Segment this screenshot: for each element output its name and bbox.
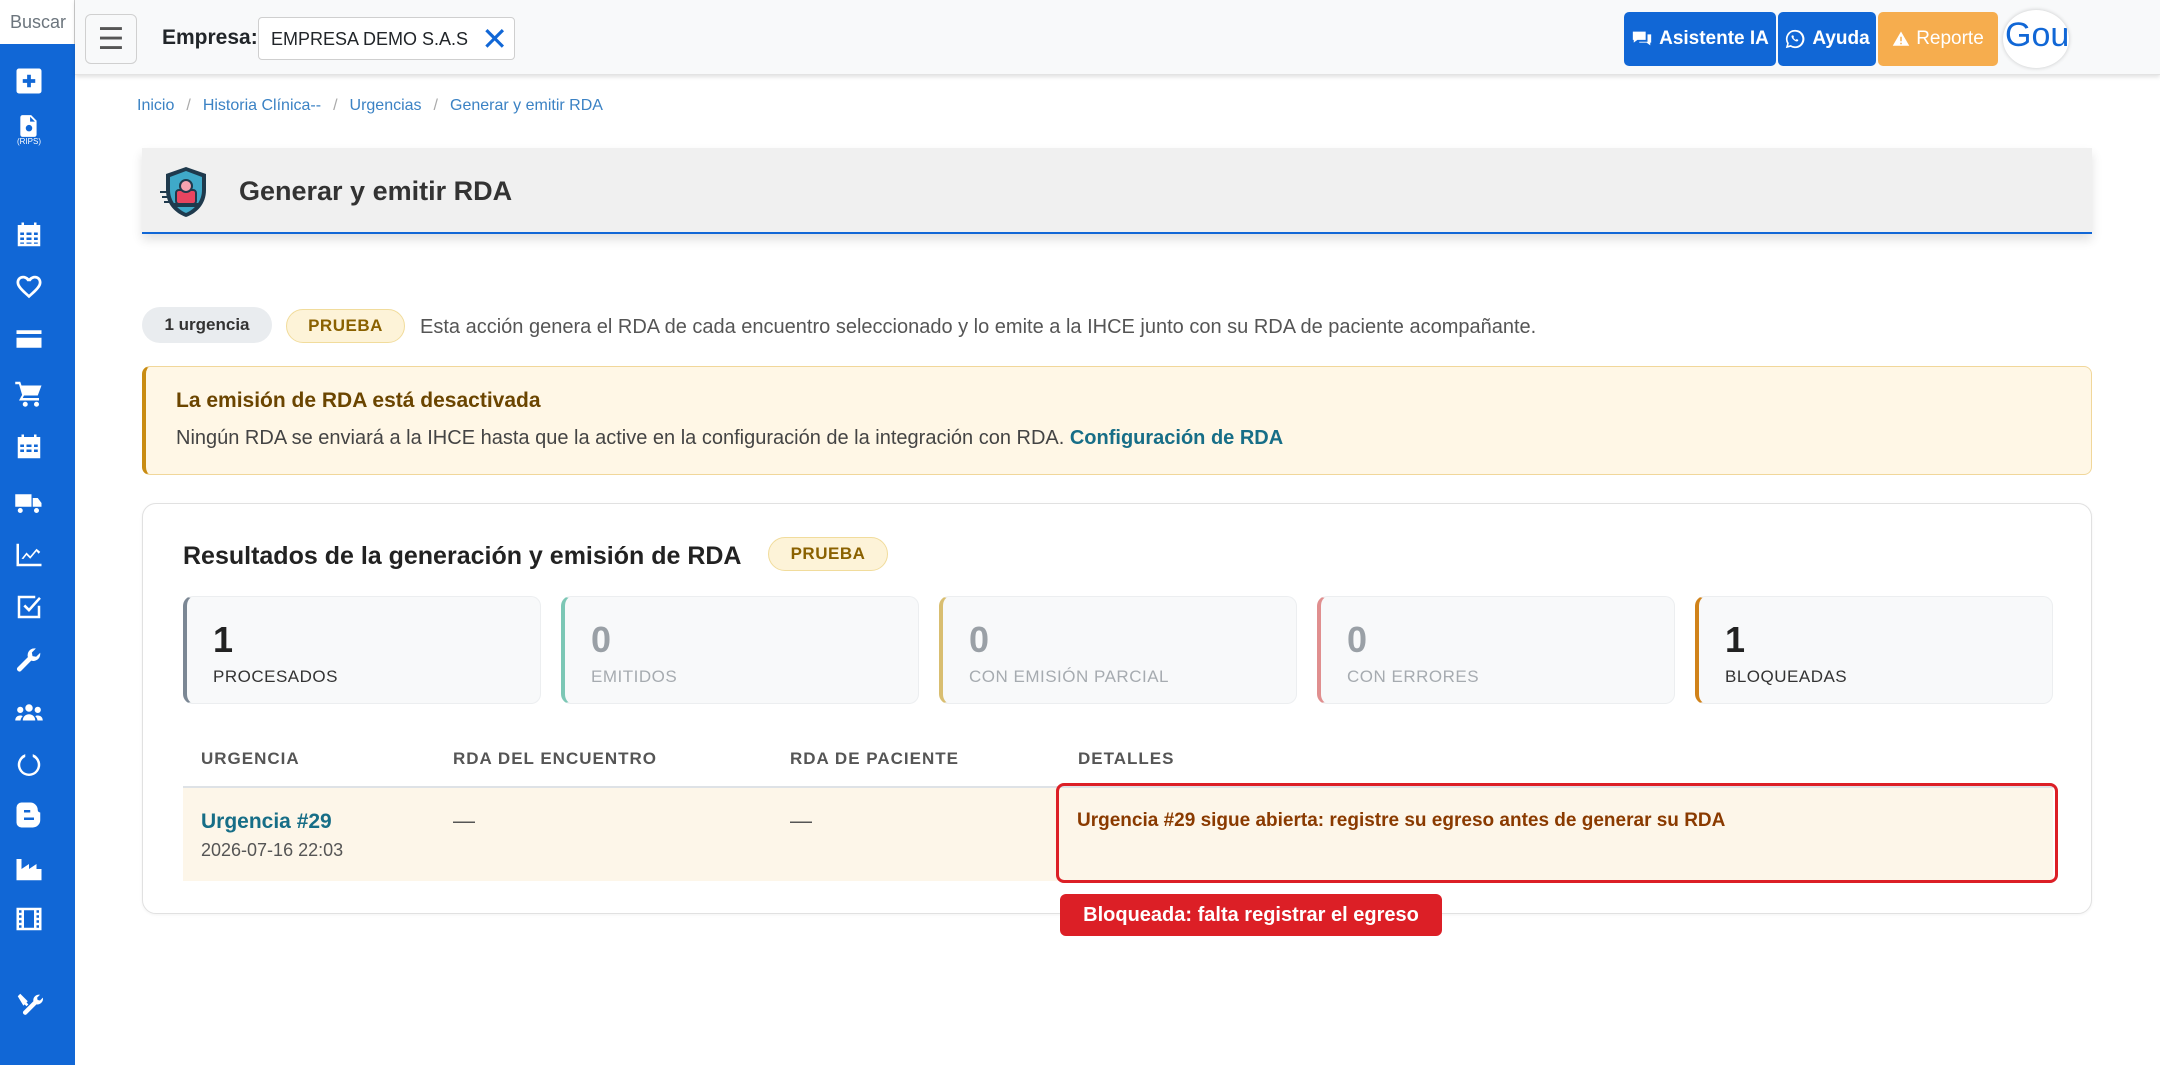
stat-emitidos: 0 EMITIDOS <box>561 596 919 704</box>
page-title: Generar y emitir RDA <box>239 176 513 206</box>
breadcrumb-urgencias[interactable]: Urgencias <box>350 97 422 115</box>
stat-value: 0 <box>1347 619 1368 660</box>
plus-square-icon[interactable] <box>12 64 46 98</box>
alert-title: La emisión de RDA está desactivada <box>176 389 541 412</box>
tools-icon[interactable] <box>12 988 46 1022</box>
comments-icon <box>1632 31 1652 46</box>
sidebar-search-input[interactable]: Buscar <box>0 0 75 44</box>
empresa-label: Empresa: <box>162 26 258 49</box>
blogger-icon[interactable] <box>12 798 46 832</box>
user-avatar[interactable]: Gou <box>2003 10 2069 68</box>
column-header-urgencia: URGENCIA <box>201 749 300 768</box>
calendar-icon[interactable] <box>12 218 46 252</box>
empresa-value: EMPRESA DEMO S.A.S <box>271 29 469 49</box>
breadcrumb-separator: / <box>333 97 338 114</box>
check-square-icon[interactable] <box>12 590 46 624</box>
alert-body: Ningún RDA se enviará a la IHCE hasta qu… <box>176 427 1283 450</box>
cart-icon[interactable] <box>12 376 46 410</box>
reporte-label: Reporte <box>1916 28 1984 49</box>
warning-icon <box>1892 31 1910 46</box>
column-header-rda-encuentro: RDA DEL ENCUENTRO <box>453 749 658 768</box>
stat-value: 1 <box>213 619 234 660</box>
urgencia-count-badge: 1 urgencia <box>142 307 272 343</box>
column-header-detalles: DETALLES <box>1078 749 1175 768</box>
blocked-detail-highlight <box>1056 783 2058 883</box>
page-header: Generar y emitir RDA <box>142 148 2092 234</box>
info-description: Esta acción genera el RDA de cada encuen… <box>420 316 1537 338</box>
asistente-ia-label: Asistente IA <box>1659 28 1769 49</box>
rips-label: (RIPS) <box>17 136 41 146</box>
reporte-button[interactable]: Reporte <box>1878 12 1998 66</box>
film-icon[interactable] <box>12 902 46 936</box>
stat-value: 0 <box>591 619 612 660</box>
breadcrumb: Inicio / Historia Clínica-- / Urgencias … <box>137 97 603 115</box>
left-sidebar: Buscar (RIPS) <box>0 0 75 1065</box>
stat-label: CON EMISIÓN PARCIAL <box>969 667 1169 686</box>
breadcrumb-separator: / <box>186 97 191 114</box>
stat-value: 1 <box>1725 619 1746 660</box>
users-icon[interactable] <box>12 696 46 730</box>
circle-notch-icon[interactable] <box>12 748 46 782</box>
stat-label: EMITIDOS <box>591 667 678 686</box>
whatsapp-icon <box>1786 29 1805 49</box>
breadcrumb-inicio[interactable]: Inicio <box>137 97 174 115</box>
urgencia-link[interactable]: Urgencia #29 <box>201 810 332 834</box>
rips-file-icon[interactable]: (RIPS) <box>12 112 46 146</box>
stat-errores: 0 CON ERRORES <box>1317 596 1675 704</box>
menu-toggle-button[interactable]: ☰ <box>85 14 137 64</box>
stat-value: 0 <box>969 619 990 660</box>
wrench-icon[interactable] <box>12 644 46 678</box>
column-header-rda-paciente: RDA DE PACIENTE <box>790 749 959 768</box>
industry-icon[interactable] <box>12 852 46 886</box>
stat-label: CON ERRORES <box>1347 667 1480 686</box>
rda-config-link[interactable]: Configuración de RDA <box>1070 427 1283 449</box>
ayuda-label: Ayuda <box>1812 28 1870 49</box>
hamburger-icon: ☰ <box>97 22 125 56</box>
ayuda-button[interactable]: Ayuda <box>1778 12 1876 66</box>
asistente-ia-button[interactable]: Asistente IA <box>1624 12 1776 66</box>
stat-label: PROCESADOS <box>213 667 338 686</box>
results-prueba-badge: PRUEBA <box>768 537 888 571</box>
alert-body-text: Ningún RDA se enviará a la IHCE hasta qu… <box>176 427 1065 449</box>
emergency-shield-icon <box>160 167 206 217</box>
results-title: Resultados de la generación y emisión de… <box>183 542 742 570</box>
rda-encuentro-value: — <box>453 808 475 833</box>
stat-emision-parcial: 0 CON EMISIÓN PARCIAL <box>939 596 1297 704</box>
blocked-tooltip: Bloqueada: falta registrar el egreso <box>1060 894 1442 936</box>
prueba-badge: PRUEBA <box>286 309 405 343</box>
rda-disabled-alert: La emisión de RDA está desactivada Ningú… <box>142 366 2092 475</box>
truck-icon[interactable] <box>12 486 46 520</box>
stat-procesados: 1 PROCESADOS <box>183 596 541 704</box>
breadcrumb-current[interactable]: Generar y emitir RDA <box>450 97 603 115</box>
rda-paciente-value: — <box>790 808 812 833</box>
stat-bloqueadas: 1 BLOQUEADAS <box>1695 596 2053 704</box>
calendar-alt-icon[interactable] <box>12 430 46 464</box>
urgencia-date: 2026-07-16 22:03 <box>201 840 344 860</box>
detail-message: Urgencia #29 sigue abierta: registre su … <box>1077 810 1726 831</box>
credit-card-icon[interactable] <box>12 322 46 356</box>
chart-line-icon[interactable] <box>12 538 46 572</box>
clear-empresa-icon[interactable]: ✕ <box>481 22 508 56</box>
stat-label: BLOQUEADAS <box>1725 667 1848 686</box>
empresa-select[interactable]: EMPRESA DEMO S.A.S ✕ <box>258 17 515 60</box>
breadcrumb-separator: / <box>433 97 438 114</box>
heart-icon[interactable] <box>12 270 46 304</box>
breadcrumb-historia-clinica[interactable]: Historia Clínica-- <box>203 97 321 115</box>
